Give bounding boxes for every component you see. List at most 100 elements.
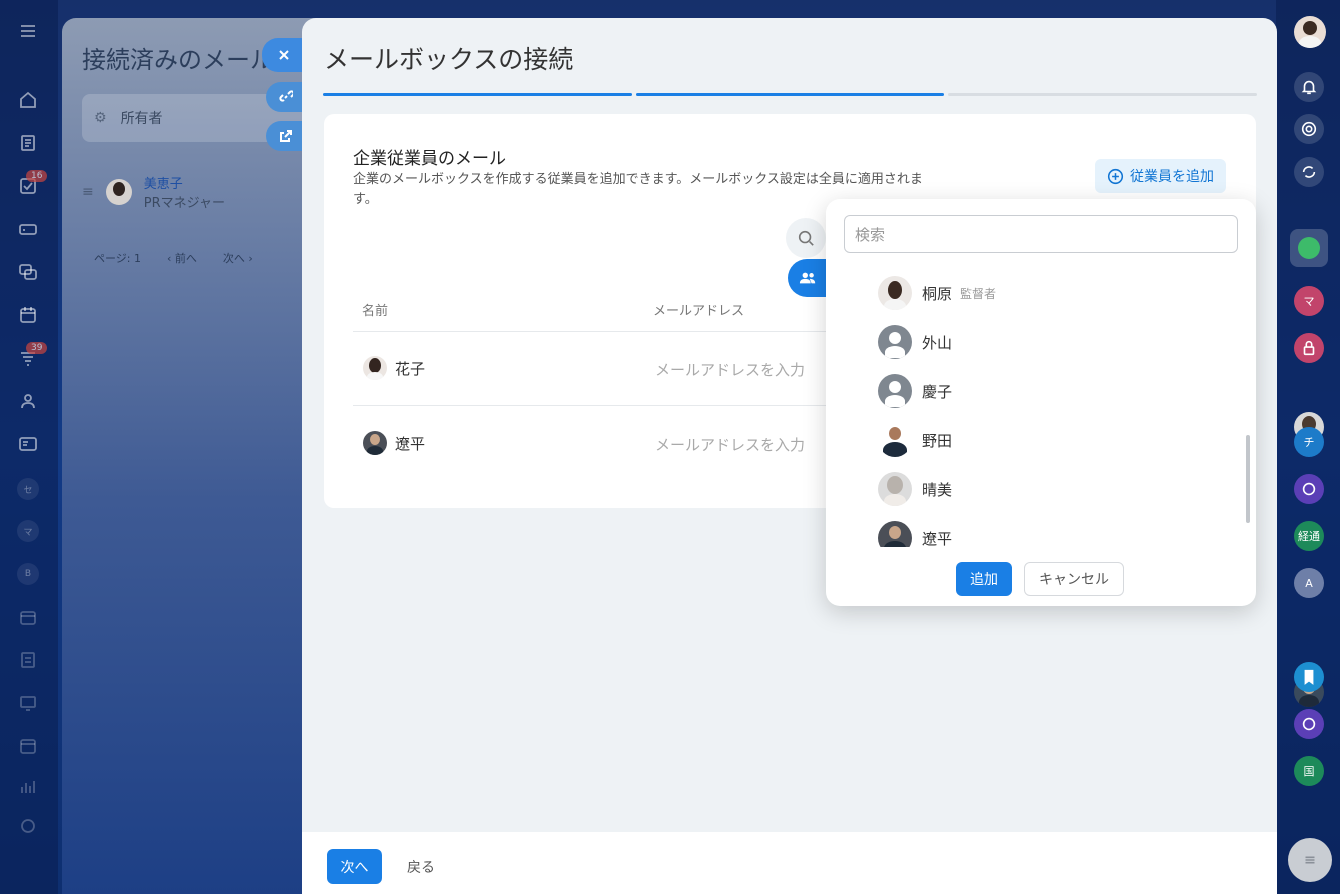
column-name: 名前 [362,304,389,319]
open-new-window-button[interactable] [266,121,306,151]
step-3 [948,93,1258,96]
nav-item-se[interactable]: セ [17,478,39,500]
employee-name: 晴美 [922,480,953,499]
back-button[interactable]: 戻る [407,849,435,884]
list-item[interactable]: 野田 [878,423,952,457]
user-placeholder-icon [878,325,912,359]
nav-item-ma[interactable]: マ [17,520,39,542]
crm-badge: 39 [26,342,48,354]
add-employee-label: 従業員を追加 [1130,169,1214,185]
news-icon[interactable] [1290,229,1328,267]
card-title: 企業従業員のメール [353,149,506,169]
next-page-label: 次へ [222,252,245,265]
target-icon[interactable] [1294,114,1324,144]
sites-icon[interactable] [17,433,39,455]
right-nav-item-chi[interactable]: チ [1294,427,1324,457]
list-item[interactable]: 桐原 監督者 [878,276,996,310]
settings-icon[interactable] [17,815,39,837]
bookmark-icon[interactable] [1294,662,1324,692]
search-icon [798,230,814,246]
add-employee-button[interactable]: 従業員を追加 [1095,159,1226,193]
tasks-badge: 16 [26,170,48,182]
employee-list[interactable]: 桐原 監督者 外山 慶子 野田 晴美 遼平 [878,269,1238,547]
avatar [878,472,912,506]
scrollbar[interactable] [1246,435,1250,523]
page-indicator: ページ: 1 [94,252,141,265]
avatar [363,431,387,455]
search-button[interactable] [786,218,826,258]
plus-circle-icon [1107,168,1124,184]
employee-name: 花子 [395,359,426,378]
prev-page-label: 前へ [174,252,197,265]
chat-icon[interactable] [17,261,39,283]
avatar [878,276,912,310]
right-nav-item-keitsu[interactable]: 経通 [1294,521,1324,551]
right-nav-item-koku[interactable]: 国 [1294,756,1324,786]
right-nav: マ チ 経通 A 国 [1276,0,1340,894]
document-icon[interactable] [17,649,39,671]
link-icon [279,90,293,102]
avatar [363,356,387,380]
employee-name: 外山 [922,333,953,352]
schedule-icon[interactable] [17,735,39,757]
employee-row-ryohei: 遼平 [363,431,425,455]
list-item[interactable]: 慶子 [878,374,952,408]
employee-name: 慶子 [922,382,953,401]
pager: ページ: 1 ‹ 前へ 次へ › [94,250,253,266]
employee-name: 野田 [922,431,953,450]
step-2 [635,93,945,96]
chat-list-icon[interactable] [1288,838,1332,882]
store-icon[interactable] [17,606,39,628]
right-nav-item-a[interactable]: A [1294,568,1324,598]
list-item[interactable]: 遼平 [878,521,952,547]
employee-name: 遼平 [922,529,953,548]
back-panel-title: 接続済みのメールボックス [82,46,282,74]
calendar-icon[interactable] [17,304,39,326]
avatar [878,423,912,457]
employee-role: 監督者 [960,286,997,301]
users-icon [799,272,816,284]
employee-row-hanako: 花子 [363,356,425,380]
next-page-link[interactable]: 次へ › [223,250,253,266]
feed-icon[interactable] [17,132,39,154]
drag-handle-icon[interactable]: ≡ [82,184,94,200]
sync-icon[interactable] [1294,157,1324,187]
analytics-icon[interactable] [17,776,39,798]
user-avatar[interactable] [1294,16,1326,48]
nav-item-b[interactable]: B [17,563,39,585]
avatar [105,179,132,205]
contacts-icon[interactable] [17,390,39,412]
screen-icon[interactable] [17,692,39,714]
cancel-button[interactable]: キャンセル [1024,562,1124,596]
right-nav-item-ma[interactable]: マ [1294,286,1324,316]
employee-name: 桐原 [922,284,953,303]
email-input[interactable]: メールアドレスを入力 [655,434,805,455]
home-icon[interactable] [17,89,39,111]
owner-filter-label: 所有者 [120,111,163,127]
column-email: メールアドレス [653,304,745,319]
prev-page-link[interactable]: ‹ 前へ [167,250,197,266]
bell-icon[interactable] [1294,72,1324,102]
add-button[interactable]: 追加 [956,562,1012,596]
list-item[interactable]: 外山 [878,325,952,359]
copy-link-button[interactable] [266,82,306,112]
openlines-icon[interactable] [1294,474,1324,504]
close-icon [279,50,289,60]
list-item[interactable]: 晴美 [878,472,952,506]
employee-selector-popup: 検索 桐原 監督者 外山 慶子 野田 晴美 遼平 追加 キャンセル [826,199,1256,606]
employee-name: 遼平 [395,434,426,453]
step-progress [323,93,1258,97]
drive-icon[interactable] [17,218,39,240]
close-button[interactable] [262,38,306,72]
modal-title: メールボックスの接続 [324,45,574,74]
user-placeholder-icon [878,374,912,408]
menu-icon[interactable] [17,20,39,42]
external-link-icon [280,130,292,142]
search-input[interactable]: 検索 [844,215,1238,253]
email-input[interactable]: メールアドレスを入力 [655,359,805,380]
left-nav: 16 39 セ マ B [0,0,58,894]
department-button[interactable] [788,259,828,297]
next-button[interactable]: 次へ [327,849,382,884]
openlines-icon-2[interactable] [1294,709,1324,739]
lock-icon[interactable] [1294,333,1324,363]
